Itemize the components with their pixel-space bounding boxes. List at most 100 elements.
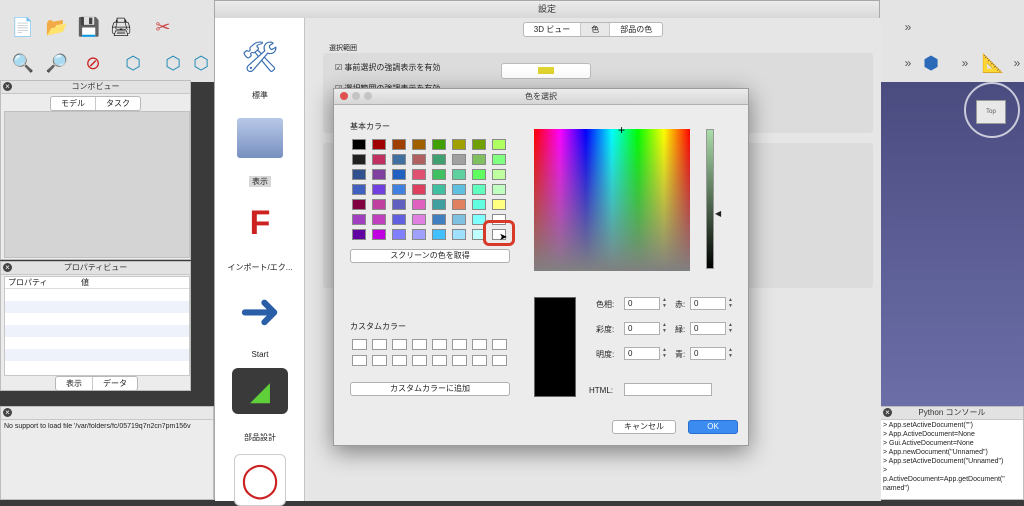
custom-color-swatch[interactable]	[432, 339, 447, 350]
view-top-icon[interactable]: ⬡	[188, 50, 214, 76]
close-icon[interactable]: ×	[3, 263, 12, 272]
basic-color-swatch[interactable]	[352, 229, 366, 240]
close-icon[interactable]: ×	[3, 408, 12, 417]
saturation-stepper[interactable]: ▲ ▼	[661, 322, 668, 335]
basic-color-swatch[interactable]	[432, 214, 446, 225]
basic-color-swatch[interactable]	[432, 184, 446, 195]
custom-color-swatch[interactable]	[492, 339, 507, 350]
basic-color-swatch[interactable]	[492, 169, 506, 180]
zoom-fit-icon[interactable]: 🔍	[10, 50, 36, 76]
basic-color-swatch[interactable]	[472, 184, 486, 195]
basic-color-swatch[interactable]	[352, 184, 366, 195]
save-icon[interactable]: 💾	[76, 14, 102, 40]
view-front-icon[interactable]: ⬡	[160, 50, 186, 76]
basic-color-swatch[interactable]	[392, 184, 406, 195]
hue-field[interactable]: 0	[624, 297, 660, 310]
value-field[interactable]: 0	[624, 347, 660, 360]
basic-color-swatch[interactable]	[492, 184, 506, 195]
basic-color-swatch[interactable]	[452, 199, 466, 210]
new-document-icon[interactable]: 📄	[10, 14, 36, 40]
tab-3d-view[interactable]: 3D ビュー	[524, 23, 580, 36]
tab-part-colors[interactable]: 部品の色	[609, 23, 662, 36]
basic-color-swatch[interactable]	[492, 199, 506, 210]
basic-color-swatch[interactable]	[412, 199, 426, 210]
basic-color-swatch[interactable]	[412, 139, 426, 150]
blue-stepper[interactable]: ▲ ▼	[727, 347, 734, 360]
basic-color-swatch[interactable]	[452, 214, 466, 225]
tab-task[interactable]: タスク	[95, 97, 140, 110]
basic-color-swatch[interactable]	[472, 154, 486, 165]
sidebar-item-sketcher[interactable]: ◯	[215, 454, 305, 506]
custom-color-swatch[interactable]	[452, 339, 467, 350]
sidebar-item-import-export[interactable]: F インポート/エク...	[215, 198, 305, 273]
sidebar-item-display[interactable]: 表示	[215, 118, 305, 187]
basic-color-swatch[interactable]	[392, 154, 406, 165]
basic-color-swatch[interactable]	[392, 169, 406, 180]
toolbar-overflow-icon-3[interactable]: »	[895, 50, 921, 76]
custom-color-swatch[interactable]	[372, 355, 387, 366]
close-icon[interactable]: ×	[3, 82, 12, 91]
custom-color-swatch[interactable]	[432, 355, 447, 366]
basic-color-swatch[interactable]	[492, 139, 506, 150]
close-icon[interactable]	[340, 92, 348, 100]
html-field[interactable]	[624, 383, 712, 396]
basic-color-swatch[interactable]	[352, 169, 366, 180]
basic-color-swatch[interactable]	[372, 154, 386, 165]
basic-color-swatch[interactable]	[372, 169, 386, 180]
basic-color-swatch[interactable]	[392, 199, 406, 210]
basic-color-swatch[interactable]	[372, 184, 386, 195]
custom-color-swatch[interactable]	[492, 355, 507, 366]
basic-color-swatch[interactable]	[432, 199, 446, 210]
custom-color-swatch[interactable]	[392, 355, 407, 366]
basic-color-swatch[interactable]	[412, 169, 426, 180]
basic-color-swatch[interactable]	[452, 184, 466, 195]
toolbar-overflow-icon[interactable]: »	[952, 50, 978, 76]
close-icon[interactable]: ×	[883, 408, 892, 417]
basic-color-swatch[interactable]	[352, 139, 366, 150]
value-slider[interactable]	[706, 129, 714, 269]
toolbar-overflow-icon-4[interactable]: »	[895, 14, 921, 40]
red-stepper[interactable]: ▲ ▼	[727, 297, 734, 310]
tab-colors[interactable]: 色	[580, 23, 610, 36]
slider-pointer-icon[interactable]: ◀	[715, 209, 721, 218]
basic-color-swatch[interactable]	[452, 169, 466, 180]
basic-color-swatch[interactable]	[372, 199, 386, 210]
basic-color-swatch[interactable]	[452, 229, 466, 240]
basic-color-swatch[interactable]	[472, 169, 486, 180]
custom-color-swatch[interactable]	[472, 355, 487, 366]
basic-color-swatch[interactable]	[392, 229, 406, 240]
custom-color-swatch[interactable]	[412, 339, 427, 350]
sidebar-item-start[interactable]: ➜ Start	[215, 283, 305, 359]
property-table[interactable]: プロパティ 値	[4, 276, 190, 376]
cut-icon[interactable]: ✂	[150, 14, 176, 40]
basic-color-swatch[interactable]	[392, 139, 406, 150]
navigation-cube-ring[interactable]	[964, 82, 1020, 138]
basic-color-swatch[interactable]	[452, 154, 466, 165]
basic-color-swatch[interactable]	[432, 169, 446, 180]
saturation-field[interactable]: 0	[624, 322, 660, 335]
view-iso-icon[interactable]: ⬡	[120, 50, 146, 76]
zoom-icon[interactable]: 🔎	[44, 50, 70, 76]
custom-color-swatch[interactable]	[392, 339, 407, 350]
add-custom-color-button[interactable]: カスタムカラーに追加	[350, 382, 510, 396]
value-stepper[interactable]: ▲ ▼	[661, 347, 668, 360]
toolbar-overflow-icon-2[interactable]: »	[1004, 50, 1024, 76]
green-stepper[interactable]: ▲ ▼	[727, 322, 734, 335]
custom-color-swatch[interactable]	[352, 339, 367, 350]
basic-color-swatch[interactable]	[492, 154, 506, 165]
basic-color-swatch[interactable]	[432, 154, 446, 165]
measure-icon[interactable]: 📐	[980, 50, 1006, 76]
basic-color-swatch[interactable]	[412, 184, 426, 195]
hue-stepper[interactable]: ▲ ▼	[661, 297, 668, 310]
model-tree[interactable]	[4, 111, 190, 258]
custom-color-swatch[interactable]	[452, 355, 467, 366]
basic-color-swatch[interactable]	[412, 214, 426, 225]
basic-color-swatch[interactable]	[432, 229, 446, 240]
basic-color-swatch[interactable]	[392, 214, 406, 225]
tab-view[interactable]: 表示	[56, 377, 92, 390]
basic-color-swatch[interactable]	[352, 154, 366, 165]
custom-color-swatch[interactable]	[352, 355, 367, 366]
ok-button[interactable]: OK	[688, 420, 738, 434]
basic-color-swatch[interactable]	[372, 214, 386, 225]
cancel-button[interactable]: キャンセル	[612, 420, 676, 434]
